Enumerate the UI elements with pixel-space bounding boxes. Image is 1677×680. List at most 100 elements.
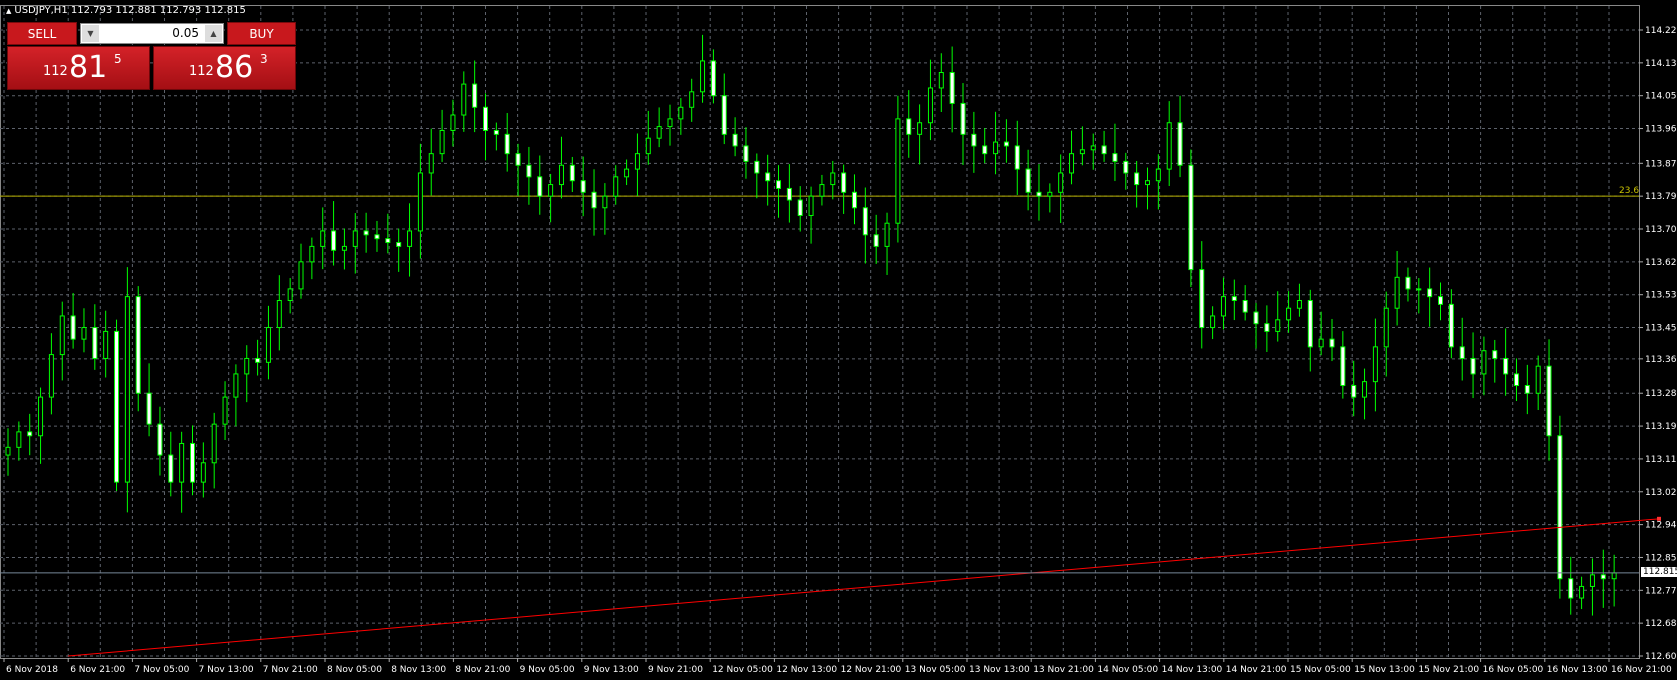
price-tick-label: 113.620 [1645,258,1677,268]
time-tick-label: 13 Nov 13:00 [969,665,1030,675]
candle-body [407,230,413,247]
candle-body [797,199,803,216]
price-tick-label: 113.875 [1645,159,1677,169]
candle-body [16,431,22,448]
time-tick-label: 12 Nov 13:00 [776,665,837,675]
price-tick-label: 112.685 [1645,619,1677,629]
candle-body [938,72,944,89]
candle-body [331,230,337,251]
candle-body [602,195,608,209]
candle-body [211,423,217,464]
time-tick-label: 13 Nov 05:00 [905,665,966,675]
sell-button[interactable]: SELL [7,22,77,45]
candle-body [309,245,315,263]
sell-quote-fraction: 5 [114,52,122,66]
candle-body [1188,164,1194,271]
symbol-text: USDJPY,H1 112.793 112.881 112.793 112.81… [14,5,246,16]
candle-body [906,118,912,135]
candle-body [189,442,195,483]
candle-body [1123,160,1129,174]
candle-body [450,114,456,131]
sell-quote-pips: 81 [69,50,108,85]
candle-body [1220,296,1226,317]
buy-quote-prefix: 112 [189,64,214,79]
candle-body [743,145,749,162]
candle-body [1524,385,1530,394]
candle-body [363,230,369,236]
candle-body [1058,172,1064,193]
time-tick-label: 8 Nov 21:00 [455,665,510,675]
candle-body [754,160,760,174]
candle-body [548,184,554,197]
candle-body [92,327,98,359]
candle-body [396,242,402,247]
price-tick-label: 114.050 [1645,92,1677,102]
candle-body [265,327,271,363]
lot-increase-icon[interactable]: ▲ [205,25,222,42]
candle-body [483,106,489,131]
candle-body [830,172,836,186]
candle-body [645,137,651,155]
candle-body [1589,574,1595,587]
lot-value[interactable]: 0.05 [172,26,199,40]
price-tick-label: 113.705 [1645,225,1677,235]
candle-body [1231,296,1237,301]
candle-body [385,238,391,244]
candle-body [1090,145,1096,151]
candle-body [917,122,923,135]
candle-body [38,396,44,437]
candle-body [700,60,706,93]
price-tick-label: 114.220 [1645,26,1677,36]
time-tick-label: 16 Nov 13:00 [1547,665,1608,675]
price-tick-label: 113.965 [1645,125,1677,135]
candle-body [341,245,347,251]
time-tick-label: 14 Nov 13:00 [1162,665,1223,675]
time-tick-label: 12 Nov 05:00 [712,665,773,675]
time-tick-label: 16 Nov 05:00 [1483,665,1544,675]
candle-body [124,296,130,483]
candle-body [841,172,847,193]
time-tick-label: 8 Nov 13:00 [391,665,446,675]
price-tick-label: 113.790 [1645,192,1677,202]
candle-body [222,396,228,425]
price-chart[interactable]: 23.6 114.220 114.135 114.050 113.965 113.875… [0,0,1677,680]
lot-size-field[interactable]: ▼ 0.05 ▲ [80,23,224,44]
lot-decrease-icon[interactable]: ▼ [82,25,99,42]
buy-button[interactable]: BUY [227,22,296,45]
price-tick-label: 113.025 [1645,488,1677,498]
candle-body [255,357,261,363]
candle-body [667,118,673,128]
buy-quote[interactable]: 112 86 3 [153,46,296,90]
candle-body [1286,307,1292,321]
candle-body [1362,381,1368,398]
candle-body [417,172,423,232]
candle-body [786,187,792,201]
candle-body [558,164,564,186]
candle-body [927,87,933,124]
collapse-triangle-icon[interactable]: ▲ [6,7,11,15]
candle-body [157,423,163,456]
candle-body [27,431,33,437]
candle-body [993,141,999,155]
candle-body [179,442,185,483]
candle-body [276,299,282,329]
candle-body [851,191,857,209]
time-tick-label: 13 Nov 21:00 [1033,665,1094,675]
buy-quote-pips: 86 [215,50,254,85]
candle-body [1546,365,1552,437]
candle-body [200,462,206,483]
candle-body [895,118,901,224]
candle-body [114,330,120,483]
symbol-info: ▲ USDJPY,H1 112.793 112.881 112.793 112.8… [6,5,246,16]
candle-body [1372,346,1378,383]
candle-body [1199,269,1205,329]
candle-body [1264,323,1270,332]
candle-body [1112,153,1118,162]
candle-body [613,176,619,197]
candle-body [591,191,597,209]
fib-level-label: 23.6 [1619,186,1639,196]
candle-body [1470,357,1476,375]
candle-body [819,184,825,197]
sell-quote[interactable]: 112 81 5 [7,46,150,90]
time-tick-label: 9 Nov 05:00 [520,665,575,675]
